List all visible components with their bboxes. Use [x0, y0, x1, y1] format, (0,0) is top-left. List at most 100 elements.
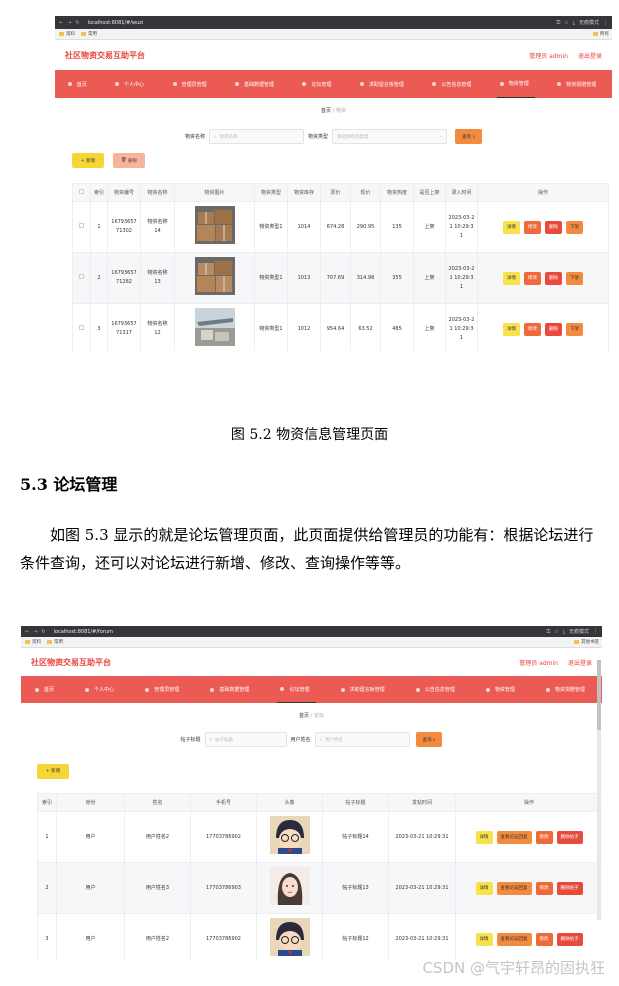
download-icon[interactable]: ⤓	[563, 629, 565, 635]
delete-button[interactable]: 删除	[545, 322, 562, 336]
bookmark-folder[interactable]: 常用	[81, 31, 97, 37]
query-button[interactable]: 查询 ⌕	[415, 732, 443, 747]
more-icon[interactable]: ⋮	[593, 629, 598, 635]
menu-item[interactable]: 论坛管理	[277, 676, 316, 703]
detail-button[interactable]: 详情	[503, 322, 520, 336]
key-icon[interactable]: ⚿	[546, 629, 550, 635]
menu-item[interactable]: 首页	[65, 70, 93, 98]
row-checkbox[interactable]	[79, 222, 84, 228]
menu-item[interactable]: 基础数据管理	[207, 676, 255, 703]
delete-post-button[interactable]: 删除帖子	[556, 932, 583, 946]
row-checkbox[interactable]	[79, 273, 84, 279]
delete-button[interactable]: 删除	[545, 220, 562, 234]
menu-item[interactable]: 公告信息管理	[413, 676, 461, 703]
user-name: 管理员 admin	[529, 52, 568, 60]
menu-item[interactable]: 物资管理	[483, 676, 521, 703]
bookmark-folder[interactable]: 资料	[59, 31, 75, 37]
menu-icon	[235, 82, 240, 86]
logout-link[interactable]: 退出登录	[578, 51, 602, 60]
type-select[interactable]: 请选择物资类型 ⌄	[332, 129, 448, 144]
view-replies-button[interactable]: 查看论坛回复	[496, 830, 532, 844]
delete-button[interactable]: 🗑 删除	[113, 153, 145, 168]
menu-item[interactable]: 物资管理	[496, 70, 535, 98]
query-button[interactable]: 查询 ⌕	[455, 129, 482, 144]
incognito-label[interactable]: 无痕模式	[579, 19, 599, 26]
detail-button[interactable]: 详情	[475, 932, 493, 946]
menu-item[interactable]: 物资捐赠管理	[543, 676, 591, 703]
name-input[interactable]: ⌕ 物资名称	[209, 129, 305, 144]
logout-link[interactable]: 退出登录	[568, 658, 592, 667]
screenshot-forum: ← → ↻ localhost:8081/#/forum ⚿ ☆ ⤓ 无痕模式 ⋮ 资料 常…	[21, 626, 602, 960]
title-input[interactable]: ⌕ 帖子标题	[204, 732, 287, 747]
back-icon[interactable]: ←	[25, 629, 29, 635]
section-heading: 5.3 论坛管理	[20, 475, 118, 494]
breadcrumb-home[interactable]: 首页	[321, 108, 331, 114]
breadcrumb-home[interactable]: 首页	[299, 713, 309, 719]
menu-item[interactable]: 公告信息管理	[429, 70, 477, 98]
menu-item[interactable]: 求助留言板管理	[338, 676, 391, 703]
edit-button[interactable]: 修改	[535, 881, 553, 895]
address-bar[interactable]: localhost:8081/#/wuzi	[88, 20, 553, 26]
menu-item[interactable]: 论坛管理	[299, 70, 337, 98]
reload-icon[interactable]: ↻	[75, 20, 79, 26]
offshelf-button[interactable]: 下架	[566, 322, 583, 336]
bookmark-folder[interactable]: 常用	[47, 639, 63, 645]
select-all-checkbox[interactable]	[72, 183, 91, 202]
menu-item[interactable]: 基础数据管理	[232, 70, 280, 98]
menu-item[interactable]: 个人中心	[112, 70, 150, 98]
user-input[interactable]: ⌕ 用户姓名	[314, 732, 410, 747]
edit-button[interactable]: 修改	[524, 271, 541, 285]
address-bar[interactable]: localhost:8081/#/forum	[54, 629, 543, 635]
scrollbar[interactable]	[597, 660, 601, 920]
screenshot-materials: ← → ↻ localhost:8081/#/wuzi ⚿ ☆ ⤓ 无痕模式 ⋮ 资料 常用…	[55, 16, 612, 351]
menu-item[interactable]: 管理员管理	[170, 70, 213, 98]
bookmark-folder[interactable]: 资料	[25, 639, 41, 645]
detail-button[interactable]: 详情	[503, 220, 520, 234]
materials-table: 索引 物资编号 物资名称 物资图片 物资类型 物资库存 原价 现价 物资热度 是…	[72, 183, 609, 351]
menu-item[interactable]: 物资捐赠管理	[554, 70, 602, 98]
view-replies-button[interactable]: 查看论坛回复	[496, 932, 532, 946]
star-icon[interactable]: ☆	[564, 20, 568, 26]
detail-button[interactable]: 详情	[475, 881, 493, 895]
forward-icon[interactable]: →	[33, 629, 37, 635]
edit-button[interactable]: 修改	[524, 322, 541, 336]
back-icon[interactable]: ←	[59, 20, 63, 26]
col-header: 原价	[320, 183, 351, 202]
key-icon[interactable]: ⚿	[556, 20, 560, 26]
body-paragraph: 如图 5.3 显示的就是论坛管理页面，此页面提供给管理员的功能有：根据论坛进行条…	[20, 526, 594, 572]
edit-button[interactable]: 修改	[524, 220, 541, 234]
detail-button[interactable]: 详情	[503, 271, 520, 285]
col-header: 手机号	[190, 793, 257, 812]
folder-icon	[25, 639, 30, 644]
col-header: 帖子标题	[322, 793, 389, 812]
add-button[interactable]: + 新增	[72, 153, 104, 168]
offshelf-button[interactable]: 下架	[566, 220, 583, 234]
star-icon[interactable]: ☆	[554, 629, 558, 635]
menu-item[interactable]: 首页	[32, 676, 60, 703]
menu-item[interactable]: 个人中心	[82, 676, 120, 703]
menu-icon	[499, 81, 504, 86]
menu-item[interactable]: 管理员管理	[142, 676, 185, 703]
more-icon[interactable]: ⋮	[603, 20, 608, 26]
user-name: 管理员 admin	[519, 659, 558, 667]
bookmark-folder[interactable]: 所有	[593, 31, 612, 37]
material-code: 1679365771317	[111, 321, 137, 336]
delete-post-button[interactable]: 删除帖子	[556, 881, 583, 895]
delete-button[interactable]: 删除	[545, 271, 562, 285]
edit-button[interactable]: 修改	[535, 830, 553, 844]
offshelf-button[interactable]: 下架	[566, 271, 583, 285]
material-code: 1679365771302	[111, 219, 137, 234]
site-title: 社区物资交易互助平台	[31, 657, 111, 667]
view-replies-button[interactable]: 查看论坛回复	[496, 881, 532, 895]
add-button[interactable]: + 新增	[37, 763, 69, 779]
edit-button[interactable]: 修改	[535, 932, 553, 946]
row-checkbox[interactable]	[79, 324, 84, 330]
reload-icon[interactable]: ↻	[41, 629, 45, 635]
delete-post-button[interactable]: 删除帖子	[556, 830, 583, 844]
detail-button[interactable]: 详情	[475, 830, 493, 844]
incognito-label[interactable]: 无痕模式	[569, 628, 589, 635]
forward-icon[interactable]: →	[67, 20, 71, 26]
bookmark-folder[interactable]: 其他书签	[574, 639, 602, 645]
menu-item[interactable]: 求助留言板管理	[357, 70, 410, 98]
download-icon[interactable]: ⤓	[573, 20, 575, 26]
